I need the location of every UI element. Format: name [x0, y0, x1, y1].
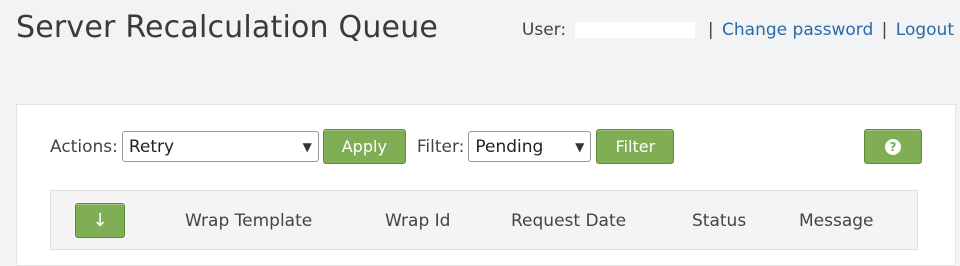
actions-label: Actions: [50, 136, 118, 157]
column-header-status[interactable]: Status [692, 211, 746, 231]
toolbar: Actions: Retry ▼ Apply Filter: Pending ▼… [50, 129, 675, 164]
separator: | [707, 20, 714, 40]
change-password-link[interactable]: Change password [722, 20, 873, 40]
redacted-username [575, 22, 696, 38]
column-header-request-date[interactable]: Request Date [511, 211, 626, 231]
page-title: Server Recalculation Queue [16, 10, 439, 45]
apply-button[interactable]: Apply [322, 129, 406, 164]
help-button[interactable]: ? [864, 129, 922, 164]
column-header-wrap-template[interactable]: Wrap Template [185, 211, 312, 231]
actions-select[interactable]: Retry ▼ [121, 131, 319, 162]
filter-select-value: Pending [475, 136, 544, 157]
filter-label: Filter: [416, 136, 465, 157]
actions-select-value: Retry [128, 136, 175, 157]
logout-link[interactable]: Logout [896, 20, 954, 40]
filter-select[interactable]: Pending ▼ [468, 131, 592, 162]
column-header-message[interactable]: Message [799, 211, 874, 231]
filter-button[interactable]: Filter [596, 129, 675, 164]
chevron-down-icon: ▼ [575, 139, 585, 154]
sort-button[interactable]: ↓ [75, 203, 125, 238]
sort-down-arrow-icon: ↓ [92, 210, 108, 231]
table-header: ↓ Wrap Template Wrap Id Request Date Sta… [50, 190, 918, 250]
help-icon: ? [885, 138, 901, 155]
column-header-wrap-id[interactable]: Wrap Id [385, 211, 450, 231]
chevron-down-icon: ▼ [302, 139, 312, 154]
user-label: User: [521, 20, 567, 40]
user-bar: User: | Change password | Logout [522, 20, 954, 40]
separator: | [881, 20, 888, 40]
queue-panel: Actions: Retry ▼ Apply Filter: Pending ▼… [16, 104, 956, 266]
